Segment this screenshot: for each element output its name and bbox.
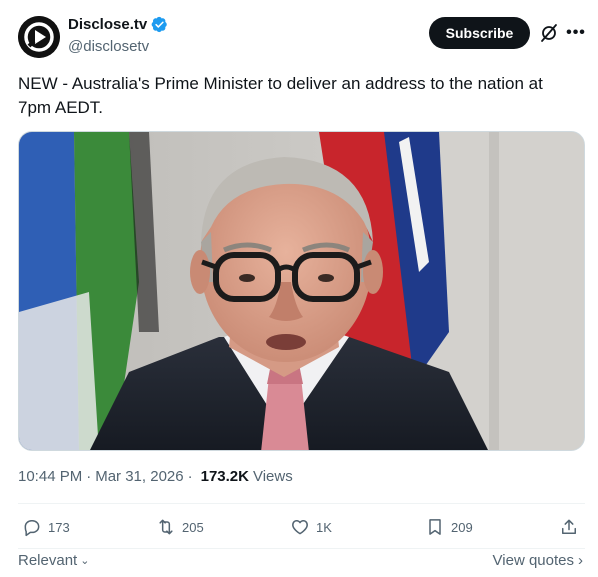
meta-separator: · xyxy=(187,468,193,485)
meta-separator: · xyxy=(86,468,92,485)
author-name-row: Disclose.tv xyxy=(68,16,168,33)
divider xyxy=(18,503,585,504)
tweet-date[interactable]: Mar 31, 2026 xyxy=(95,468,183,485)
repost-icon xyxy=(159,519,173,535)
author-avatar[interactable] xyxy=(18,16,60,58)
reply-button[interactable]: 173 xyxy=(22,517,70,537)
sort-replies-dropdown[interactable]: Relevant ⌄ xyxy=(18,552,89,569)
tweet-time[interactable]: 10:44 PM xyxy=(18,468,82,485)
bookmark-count: 209 xyxy=(451,519,473,535)
chevron-right-icon: › xyxy=(578,552,583,569)
reply-icon xyxy=(24,520,40,537)
tweet-meta: 10:44 PM · Mar 31, 2026 · 173.2K Views xyxy=(18,468,293,485)
tweet-header: Disclose.tv @disclosetv Subscribe ••• xyxy=(0,0,598,70)
tweet-photo[interactable] xyxy=(18,131,585,451)
prime-minister-photo xyxy=(19,132,584,450)
views-count: 173.2K xyxy=(200,468,249,485)
verified-badge-icon xyxy=(151,16,167,33)
heart-icon xyxy=(292,520,308,535)
author-handle[interactable]: @disclosetv xyxy=(68,38,149,55)
reply-count: 173 xyxy=(48,519,70,535)
share-icon xyxy=(562,519,576,534)
bookmark-button[interactable]: 209 xyxy=(425,517,473,537)
like-button[interactable]: 1K xyxy=(290,517,332,537)
bookmark-icon xyxy=(429,519,441,535)
grok-icon[interactable] xyxy=(538,22,560,44)
view-quotes-link[interactable]: View quotes › xyxy=(493,552,583,569)
view-quotes-label: View quotes xyxy=(492,552,574,569)
repost-count: 205 xyxy=(182,519,204,535)
tweet-text: NEW - Australia's Prime Minister to deli… xyxy=(18,74,543,117)
sort-label: Relevant xyxy=(18,552,78,569)
chevron-down-icon: ⌄ xyxy=(80,555,90,567)
tweet-actions: 173 205 1K 209 xyxy=(18,517,585,543)
like-count: 1K xyxy=(316,519,332,535)
views-label: Views xyxy=(252,468,293,485)
subscribe-button[interactable]: Subscribe xyxy=(429,17,530,49)
divider xyxy=(18,548,585,549)
disclose-tv-logo-icon xyxy=(18,16,60,58)
repost-button[interactable]: 205 xyxy=(156,517,204,537)
more-dots-icon[interactable]: ••• xyxy=(565,22,587,44)
author-display-name[interactable]: Disclose.tv xyxy=(68,16,147,33)
share-button[interactable] xyxy=(559,517,579,537)
